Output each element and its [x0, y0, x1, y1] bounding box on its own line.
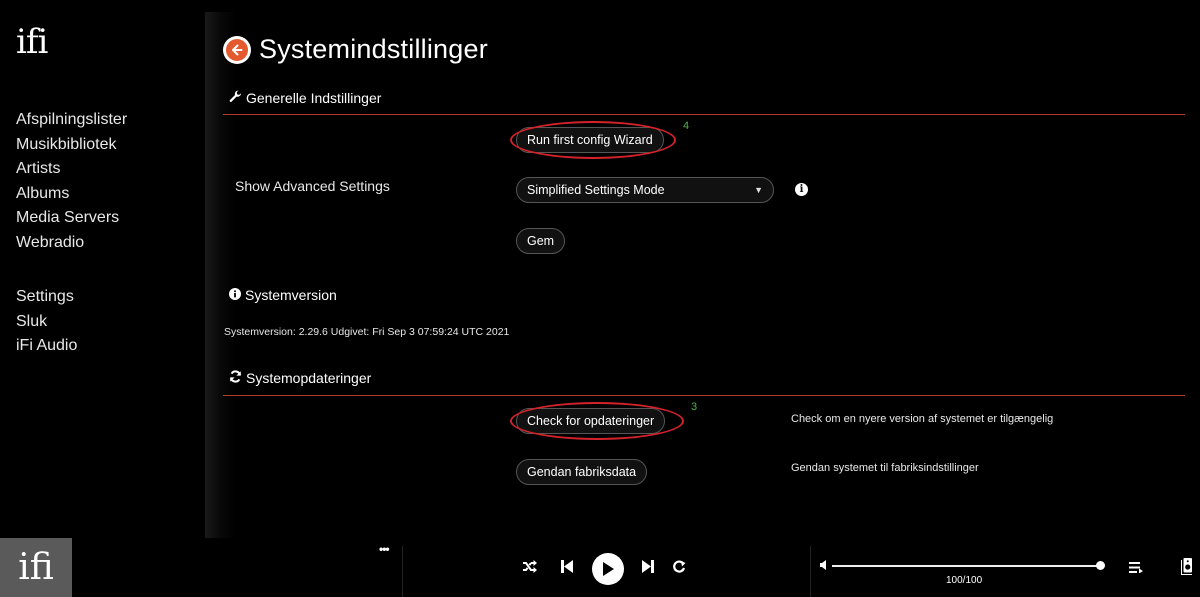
- sidebar-item-albums[interactable]: Albums: [16, 182, 127, 207]
- nav-main: Afspilningslister Musikbibliotek Artists…: [16, 108, 127, 255]
- back-button[interactable]: [223, 35, 251, 64]
- annotation-number: 3: [691, 401, 698, 413]
- section-general-heading: Generelle Indstillinger: [229, 90, 381, 106]
- more-options-button[interactable]: •••: [379, 542, 390, 556]
- section-version-heading: Systemversion: [229, 287, 337, 303]
- info-circle-icon: [229, 287, 241, 303]
- sidebar-item-music-library[interactable]: Musikbibliotek: [16, 133, 127, 158]
- album-art[interactable]: ifi: [0, 538, 72, 597]
- next-icon[interactable]: [642, 560, 654, 573]
- check-updates-description: Check om en nyere version af systemet er…: [791, 413, 1054, 425]
- section-updates-title: Systemopdateringer: [246, 370, 372, 386]
- advanced-settings-label: Show Advanced Settings: [235, 178, 390, 194]
- run-wizard-button[interactable]: Run first config Wizard: [516, 127, 664, 153]
- chevron-down-icon: ▼: [754, 185, 763, 195]
- player-bar: ifi ••• 100/100: [0, 538, 1200, 597]
- divider: [223, 395, 1185, 396]
- wrench-icon: [229, 90, 242, 106]
- previous-icon[interactable]: [561, 560, 573, 573]
- sidebar-item-artists[interactable]: Artists: [16, 157, 127, 182]
- check-updates-button[interactable]: Check for opdateringer: [516, 408, 666, 434]
- speaker-output-icon[interactable]: [1180, 558, 1192, 575]
- sidebar: ifi Afspilningslister Musikbibliotek Art…: [0, 0, 205, 538]
- play-icon: [603, 562, 614, 576]
- section-version-title: Systemversion: [245, 287, 337, 303]
- divider: [810, 546, 811, 597]
- play-button[interactable]: [592, 553, 624, 585]
- ifi-logo[interactable]: ifi: [16, 22, 48, 62]
- volume-slider-handle[interactable]: [1095, 561, 1105, 570]
- sidebar-item-webradio[interactable]: Webradio: [16, 231, 127, 256]
- repeat-icon[interactable]: [673, 560, 686, 573]
- queue-icon[interactable]: [1129, 562, 1143, 573]
- sidebar-item-settings[interactable]: Settings: [16, 285, 77, 310]
- system-version-text: Systemversion: 2.29.6 Udgivet: Fri Sep 3…: [224, 326, 510, 338]
- volume-slider[interactable]: [832, 565, 1100, 567]
- nav-system: Settings Sluk iFi Audio: [16, 285, 77, 359]
- settings-mode-value: Simplified Settings Mode: [527, 183, 665, 197]
- title-row: Systemindstillinger: [223, 34, 488, 65]
- sidebar-item-shutdown[interactable]: Sluk: [16, 310, 77, 335]
- divider: [223, 114, 1185, 115]
- factory-reset-description: Gendan systemet til fabriksindstillinger: [791, 462, 979, 474]
- divider: [402, 546, 403, 597]
- volume-slider-fill: [832, 565, 1100, 567]
- refresh-icon: [229, 370, 242, 386]
- settings-mode-select[interactable]: Simplified Settings Mode ▼: [516, 177, 774, 203]
- sidebar-item-playlists[interactable]: Afspilningslister: [16, 108, 127, 133]
- annotation-number: 4: [683, 120, 690, 132]
- arrow-left-icon: [226, 38, 248, 61]
- section-general-title: Generelle Indstillinger: [246, 90, 382, 106]
- sidebar-item-media-servers[interactable]: Media Servers: [16, 206, 127, 231]
- sidebar-item-ifi-audio[interactable]: iFi Audio: [16, 334, 77, 359]
- info-icon[interactable]: i: [795, 183, 808, 196]
- shuffle-icon[interactable]: [522, 560, 537, 573]
- page-title: Systemindstillinger: [259, 34, 488, 64]
- volume-icon[interactable]: [820, 560, 826, 570]
- volume-readout: 100/100: [946, 575, 983, 586]
- section-updates-heading: Systemopdateringer: [229, 370, 371, 386]
- main-panel: Systemindstillinger Generelle Indstillin…: [205, 12, 1200, 538]
- factory-reset-button[interactable]: Gendan fabriksdata: [516, 459, 648, 485]
- save-button[interactable]: Gem: [516, 228, 566, 254]
